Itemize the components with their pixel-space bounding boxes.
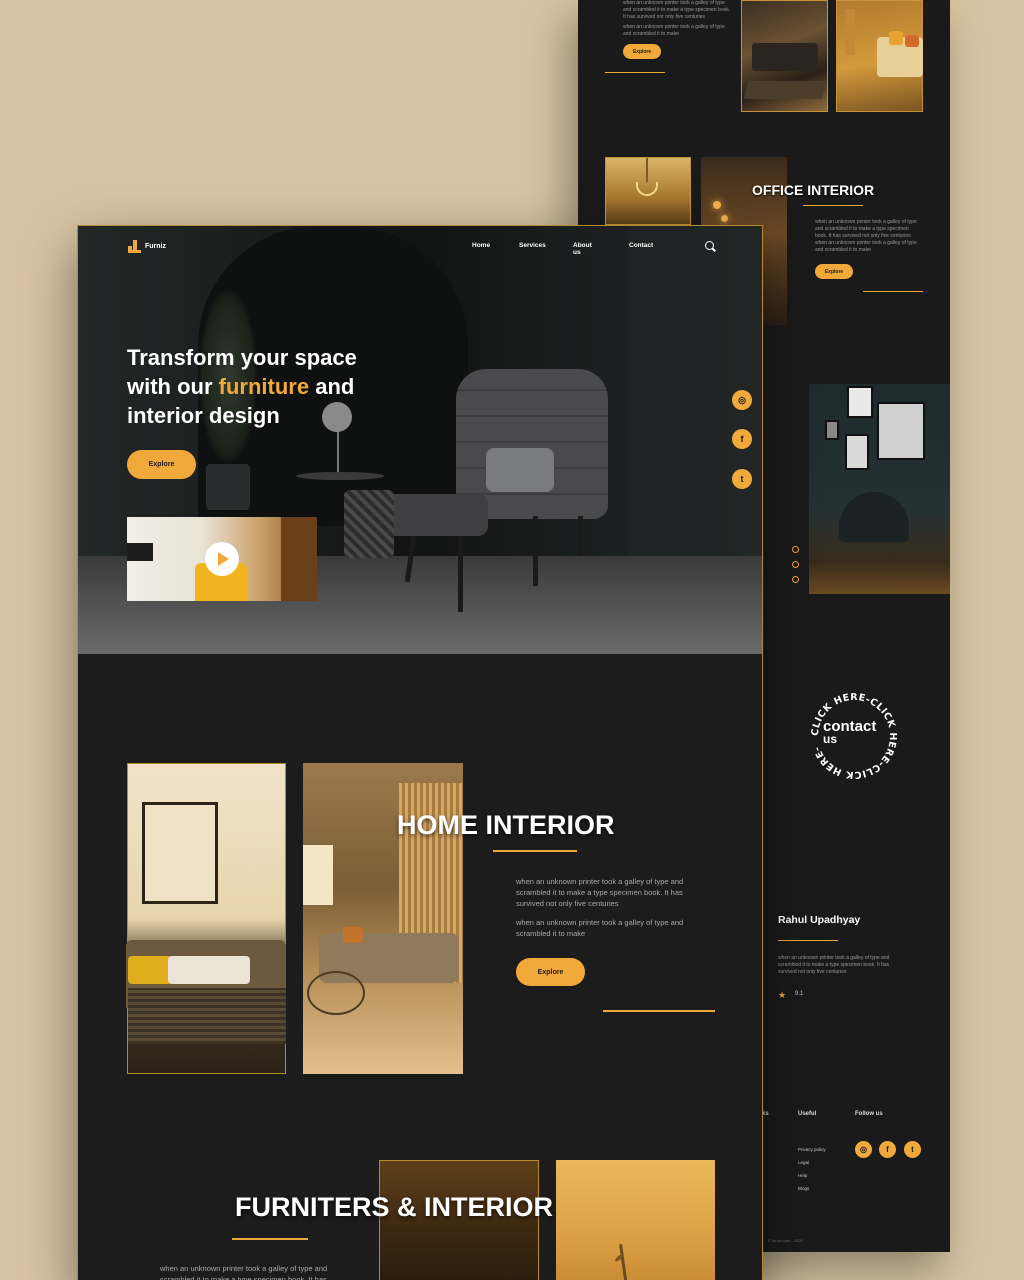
plant-image (556, 1160, 715, 1280)
office-text: when an unknown printer took a galley of… (815, 219, 917, 239)
title-underline (803, 205, 863, 206)
home-interior-title: HOME INTERIOR (397, 810, 615, 840)
hero-heading: Transform your space with our furniture … (127, 343, 427, 430)
contact-us-badge[interactable]: CLICK HERE-CLICK HERE-CLICK HERE- contac… (808, 690, 900, 782)
hero-line-1: Transform your space (127, 345, 357, 370)
plant-pot (206, 464, 250, 510)
nav-about[interactable]: About us (573, 242, 592, 256)
home-text-2: when an unknown printer took a galley of… (516, 918, 684, 938)
hero-explore-button[interactable]: Explore (127, 450, 196, 479)
cushion (486, 448, 554, 492)
office-interior-title: OFFICE INTERIOR (752, 182, 875, 198)
copyright: © furniz.com - 2021 (768, 1238, 803, 1243)
hero-highlight: furniture (218, 374, 310, 399)
footer-link[interactable]: Help (798, 1169, 826, 1182)
slider-dot[interactable] (792, 576, 799, 583)
nav-contact[interactable]: Contact (629, 242, 653, 249)
nav-services[interactable]: Services (519, 242, 546, 249)
play-icon[interactable] (205, 542, 239, 576)
video-thumbnail[interactable] (127, 517, 317, 601)
star-icon: ★ (778, 990, 787, 1000)
footer-col-follow: Follow us (855, 1111, 883, 1117)
hero-line-3: interior design (127, 403, 280, 428)
footer-link[interactable]: Blogs (798, 1182, 826, 1195)
footer-col-partial: ks (762, 1111, 769, 1117)
living-room-image (741, 0, 828, 112)
name-underline (778, 940, 838, 941)
footer-col-useful: Useful (798, 1111, 817, 1117)
chandelier-image (605, 157, 691, 225)
back-top-text: when an unknown printer took a galley of… (623, 0, 731, 20)
contact-line2: us (823, 732, 838, 746)
testimonial-name: Rahul Upadhyay (778, 914, 861, 926)
art-wall-room-image (809, 384, 950, 594)
title-underline (232, 1238, 308, 1240)
twitter-icon[interactable]: t (904, 1141, 921, 1158)
logo-icon[interactable] (128, 240, 141, 253)
testimonial-text: when an unknown printer took a galley of… (778, 955, 890, 975)
home-explore-button[interactable]: Explore (516, 958, 585, 986)
furniters-title: FURNITERS & INTERIOR (235, 1192, 554, 1222)
divider-line (863, 291, 923, 292)
brand-name[interactable]: Furniz (145, 243, 166, 250)
furniters-text: when an unknown printer took a galley of… (160, 1264, 328, 1280)
useful-links: Privacy policy Legal Help Blogs (798, 1143, 826, 1195)
slider-dot[interactable] (792, 561, 799, 568)
office-text-2: when an unknown printer took a galley of… (815, 240, 917, 253)
instagram-icon[interactable]: ◎ (732, 390, 752, 410)
slider-dot[interactable] (792, 546, 799, 553)
back-top-text-2: when an unknown printer took a galley of… (623, 24, 725, 37)
instagram-icon[interactable]: ◎ (855, 1141, 872, 1158)
back-top-explore-button[interactable]: Explore (623, 44, 661, 59)
divider-line (605, 72, 665, 73)
nav-home[interactable]: Home (472, 242, 490, 249)
bedroom-image (126, 763, 286, 1074)
side-table (296, 472, 384, 480)
twitter-icon[interactable]: t (732, 469, 752, 489)
yellow-sofa-image (836, 0, 923, 112)
wall-art (142, 802, 218, 904)
search-icon[interactable] (705, 241, 716, 252)
facebook-icon[interactable]: f (732, 429, 752, 449)
office-explore-button[interactable]: Explore (815, 264, 853, 279)
facebook-icon[interactable]: f (879, 1141, 896, 1158)
rating-value: 9.1 (795, 991, 804, 997)
footer-link[interactable]: Legal (798, 1156, 826, 1169)
home-text: when an unknown printer took a galley of… (516, 877, 684, 908)
divider-line (603, 1010, 715, 1012)
contact-label: contact us (823, 719, 876, 746)
throw-blanket (344, 490, 394, 558)
front-page-preview: Furniz Home Services About us Contact Tr… (77, 225, 763, 1280)
footer-link[interactable]: Privacy policy (798, 1143, 826, 1156)
title-underline (493, 850, 577, 852)
hero-line-2: with our furniture and (127, 374, 355, 399)
